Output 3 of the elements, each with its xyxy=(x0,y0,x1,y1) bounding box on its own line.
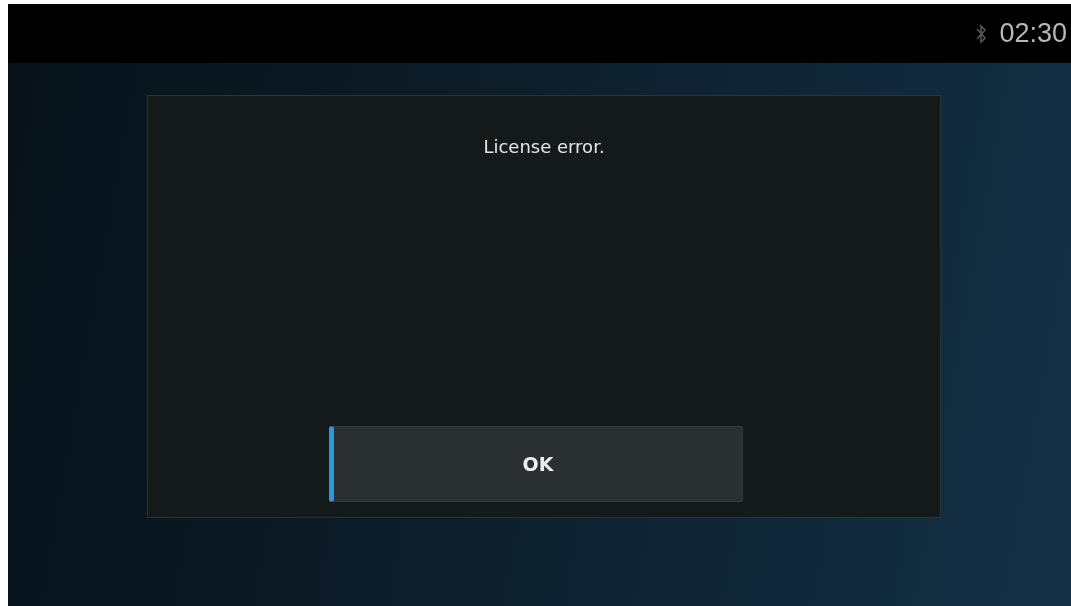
clock-time: 02:30 xyxy=(999,18,1067,49)
dialog-message: License error. xyxy=(483,136,605,159)
ok-button[interactable]: OK xyxy=(329,426,743,502)
